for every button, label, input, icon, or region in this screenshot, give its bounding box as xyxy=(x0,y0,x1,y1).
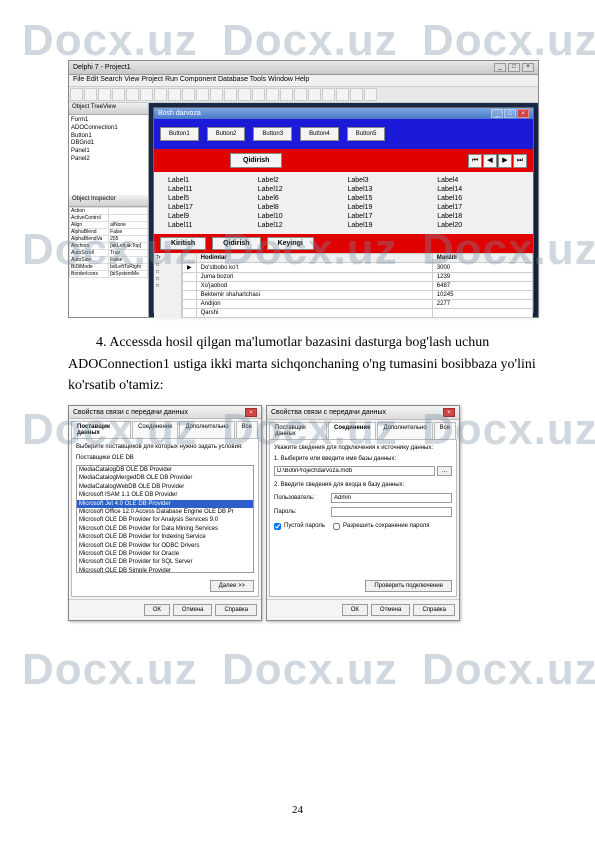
user-label: Пользователь: xyxy=(274,494,328,502)
ide-titlebar: Delphi 7 - Project1 _ □ × xyxy=(69,61,538,75)
object-treeview-header: Object TreeView xyxy=(69,103,148,115)
form-button: Button3 xyxy=(253,127,292,141)
dialog-prompt: Укажите сведения для подключения к источ… xyxy=(274,444,452,452)
form-dbgrid: Tr□□□□ HodimlarManzili ▶Do'stbobo ko't30… xyxy=(154,253,533,318)
ide-menubar: File Edit Search View Project Run Compon… xyxy=(69,75,538,87)
nav-first-icon: ⏮ xyxy=(468,154,482,168)
cancel-button: Отмена xyxy=(173,604,213,616)
form-action-panel: Kiritish Qidirish Keyingi xyxy=(154,234,533,253)
next-button: Далее >> xyxy=(210,580,254,592)
browse-button: ... xyxy=(437,466,452,476)
search-button: Qidirish xyxy=(230,153,282,168)
object-inspector-header: Object Inspector xyxy=(69,195,148,207)
tab-provider: Поставщик данных xyxy=(71,421,131,438)
close-icon: × xyxy=(443,408,455,417)
datalink-dialog-connection: Свойства связи с передачи данных × Поста… xyxy=(266,405,460,621)
form-button: Button5 xyxy=(347,127,386,141)
selected-provider: Microsoft Jet 4.0 OLE DB Provider xyxy=(77,500,253,508)
dialog-tabs: Поставщик данных Соединение Дополнительн… xyxy=(69,419,261,438)
ok-button: ОК xyxy=(144,604,170,616)
help-button: Справка xyxy=(215,604,257,616)
watermark: Docx.uz xyxy=(422,645,595,695)
object-inspector: Action ActiveControl AlignalNone AlphaBl… xyxy=(69,207,148,317)
minimize-icon: _ xyxy=(494,63,506,72)
dialog-tabs: Поставщик данных Соединение Дополнительн… xyxy=(267,420,459,439)
help-button: Справка xyxy=(413,604,455,616)
object-treeview: Form1 ADOConnection1 Button1 DBGrid1 Pan… xyxy=(69,115,148,195)
blank-password-checkbox: Пустой пароль xyxy=(274,522,325,530)
watermark: Docx.uz xyxy=(222,645,398,695)
tab-provider: Поставщик данных xyxy=(269,422,327,439)
tab-all: Все xyxy=(434,422,456,439)
tab-connection: Соединение xyxy=(328,422,376,439)
next-button: Keyingi xyxy=(267,237,314,250)
dialog-prompt: Выберите поставщиков для которых нужно з… xyxy=(76,443,254,451)
minimize-icon: _ xyxy=(491,109,503,118)
navigator-icons: ⏮ ◀ ▶ ⏭ xyxy=(468,154,527,168)
maximize-icon: □ xyxy=(504,109,516,118)
cancel-button: Отмена xyxy=(371,604,411,616)
dialog-title: Свойства связи с передачи данных xyxy=(271,409,386,416)
username-input xyxy=(331,493,452,503)
close-icon: × xyxy=(522,63,534,72)
search-button: Qidirish xyxy=(212,237,260,250)
nav-next-icon: ▶ xyxy=(498,154,512,168)
ide-screenshot: Delphi 7 - Project1 _ □ × File Edit Sear… xyxy=(68,60,539,318)
watermark: Docx.uz xyxy=(22,645,198,695)
form-top-panel: Button1 Button2 Button3 Button4 Button5 xyxy=(154,119,533,149)
insert-button: Kiritish xyxy=(160,237,206,250)
password-input xyxy=(331,507,452,517)
item2-label: 2. Введите сведения для входа в базу дан… xyxy=(274,481,452,489)
form-button: Button1 xyxy=(160,127,199,141)
form-search-panel: Qidirish ⏮ ◀ ▶ ⏭ xyxy=(154,149,533,172)
tab-all: Все xyxy=(236,421,258,438)
close-icon: × xyxy=(245,408,257,417)
item1-label: 1. Выберите или введите имя базы данных: xyxy=(274,455,452,463)
form-button: Button2 xyxy=(207,127,246,141)
ide-toolbar xyxy=(69,87,538,103)
password-label: Пароль: xyxy=(274,508,328,516)
datalink-dialog-provider: Свойства связи с передачи данных × Поста… xyxy=(68,405,262,621)
dialog-title: Свойства связи с передачи данных xyxy=(73,409,188,416)
provider-list: MediaCatalogDB OLE DB Provider MediaCata… xyxy=(76,465,254,573)
maximize-icon: □ xyxy=(508,63,520,72)
nav-prev-icon: ◀ xyxy=(483,154,497,168)
db-path-input xyxy=(274,466,435,476)
form-title: Bosh darvoza xyxy=(158,110,201,117)
tab-advanced: Дополнительно xyxy=(377,422,432,439)
ok-button: ОК xyxy=(342,604,368,616)
close-icon: × xyxy=(517,109,529,118)
form-labels-panel: Label1Label2Label3Label4 Label11Label12L… xyxy=(154,172,533,234)
form-button: Button4 xyxy=(300,127,339,141)
form-window: Bosh darvoza _ □ × Button1 Button2 Butto… xyxy=(153,107,534,313)
ide-designer: Bosh darvoza _ □ × Button1 Button2 Butto… xyxy=(149,103,538,317)
tab-advanced: Дополнительно xyxy=(179,421,234,438)
nav-last-icon: ⏭ xyxy=(513,154,527,168)
save-password-checkbox: Разрешить сохранение пароля xyxy=(333,522,429,530)
ide-sidebar: Object TreeView Form1 ADOConnection1 But… xyxy=(69,103,149,317)
ide-title: Delphi 7 - Project1 xyxy=(73,64,131,71)
test-connection-button: Проверить подключение xyxy=(365,580,452,592)
page-number: 24 xyxy=(0,804,595,816)
body-paragraph: 4. Accessda hosil qilgan ma'lumotlar baz… xyxy=(68,332,539,397)
tab-connection: Соединение xyxy=(132,421,178,438)
list-header: Поставщики OLE DB xyxy=(76,454,254,462)
